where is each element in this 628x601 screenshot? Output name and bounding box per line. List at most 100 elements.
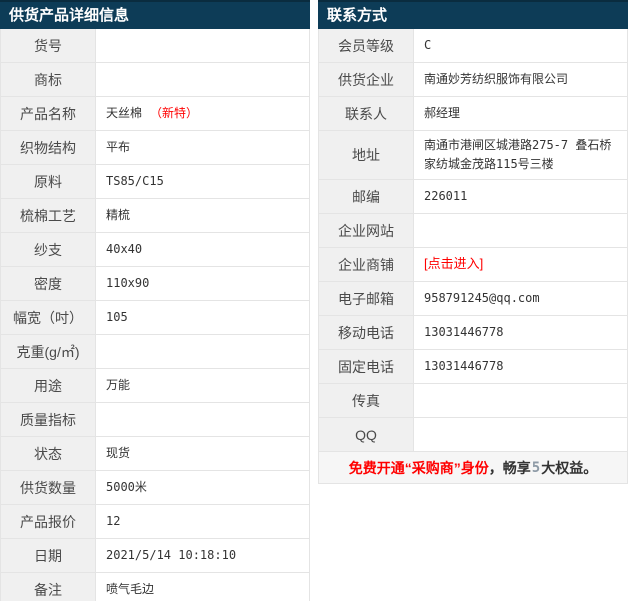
table-row: 状态 现货 — [1, 437, 309, 471]
row-label: 备注 — [1, 573, 96, 601]
row-value — [96, 63, 309, 96]
row-label: 质量指标 — [1, 403, 96, 436]
table-row: 固定电话 13031446778 — [319, 350, 627, 385]
table-row: 克重(g/㎡) — [1, 335, 309, 369]
row-label: 密度 — [1, 267, 96, 300]
row-value: 南通妙芳纺织服饰有限公司 — [414, 63, 627, 96]
row-value: 南通市港闸区城港路275-7 叠石桥家纺城金茂路115号三楼 — [414, 131, 627, 180]
contact-rows: 会员等级 C 供货企业 南通妙芳纺织服饰有限公司 联系人 郝经理 地址 南通市港闸区城港路27… — [318, 29, 628, 453]
row-label: 电子邮箱 — [319, 282, 414, 316]
row-value-text: 958791245@qq.com — [424, 291, 540, 306]
row-value-text: 郝经理 — [424, 105, 461, 120]
row-value-text: TS85/C15 — [106, 173, 164, 188]
row-value-text: 万能 — [106, 377, 131, 392]
row-label: 货号 — [1, 29, 96, 62]
contact-panel: 联系方式 会员等级 C 供货企业 南通妙芳纺织服饰有限公司 联系人 郝经理 地址 南通市港闸区… — [318, 0, 628, 485]
row-label: 邮编 — [319, 180, 414, 214]
table-row: 质量指标 — [1, 403, 309, 437]
row-value-text: 13031446778 — [424, 359, 504, 374]
row-value: 110x90 — [96, 267, 309, 300]
row-value: 现货 — [96, 437, 309, 470]
row-value-text: C — [424, 37, 432, 52]
table-row: 产品名称 天丝棉 （新特） — [1, 97, 309, 131]
row-value: 40x40 — [96, 233, 309, 266]
table-row: 密度 110x90 — [1, 267, 309, 301]
shop-enter-link[interactable]: [点击进入] — [424, 254, 483, 275]
table-row: 会员等级 C — [319, 29, 627, 63]
row-value-text: 110x90 — [106, 275, 150, 290]
row-label: 状态 — [1, 437, 96, 470]
row-label: 固定电话 — [319, 350, 414, 384]
row-value-text: 40x40 — [106, 241, 143, 256]
contact-title: 联系方式 — [318, 0, 628, 29]
row-label: QQ — [319, 418, 414, 452]
row-value: 精梳 — [96, 199, 309, 232]
row-value — [414, 214, 627, 248]
row-value-text: 226011 — [424, 189, 468, 204]
row-value — [96, 403, 309, 436]
row-value-text: 精梳 — [106, 207, 131, 222]
row-value: 喷气毛边 — [96, 573, 309, 601]
row-value: TS85/C15 — [96, 165, 309, 198]
table-row: 电子邮箱 958791245@qq.com — [319, 282, 627, 317]
row-value: 郝经理 — [414, 97, 627, 130]
row-value: 13031446778 — [414, 350, 627, 384]
row-label: 产品名称 — [1, 97, 96, 130]
row-label: 产品报价 — [1, 505, 96, 538]
table-row: 梳棉工艺 精梳 — [1, 199, 309, 233]
new-special-tag: （新特） — [150, 105, 199, 120]
row-value-text: 南通妙芳纺织服饰有限公司 — [424, 71, 569, 86]
row-value-text: 105 — [106, 309, 128, 324]
row-value: [点击进入] — [414, 248, 627, 282]
row-label: 原料 — [1, 165, 96, 198]
product-detail-panel: 供货产品详细信息 货号 商标 产品名称 天丝棉 （新特） 织物结构 平布 原料 TS85/C15… — [0, 0, 310, 601]
row-label: 用途 — [1, 369, 96, 402]
row-value-text: 喷气毛边 — [106, 581, 155, 596]
row-value: 226011 — [414, 180, 627, 214]
buyer-promo-banner: 免费开通“采购商”身份 ，畅享 5 大权益。 — [318, 452, 628, 485]
row-value-text: 南通市港闸区城港路275-7 叠石桥家纺城金茂路115号三楼 — [424, 138, 612, 172]
table-row: QQ — [319, 418, 627, 453]
row-value: 5000米 — [96, 471, 309, 504]
table-row: 联系人 郝经理 — [319, 97, 627, 131]
row-value: 天丝棉 （新特） — [96, 97, 309, 130]
row-value: 105 — [96, 301, 309, 334]
row-label: 日期 — [1, 539, 96, 572]
table-row: 移动电话 13031446778 — [319, 316, 627, 351]
row-label: 商标 — [1, 63, 96, 96]
table-row: 织物结构 平布 — [1, 131, 309, 165]
promo-benefit-count: 5 — [531, 459, 541, 476]
row-label: 企业商铺 — [319, 248, 414, 282]
row-label: 克重(g/㎡) — [1, 335, 96, 368]
row-value: 12 — [96, 505, 309, 538]
row-value — [414, 418, 627, 452]
row-value-text: 平布 — [106, 139, 131, 154]
row-value-text: 2021/5/14 10:18:10 — [106, 547, 237, 562]
table-row: 供货企业 南通妙芳纺织服饰有限公司 — [319, 63, 627, 97]
row-value-text: 13031446778 — [424, 325, 504, 340]
row-value — [96, 29, 309, 62]
row-label: 地址 — [319, 131, 414, 180]
row-value-text: 天丝棉 — [106, 105, 143, 120]
product-detail-rows: 货号 商标 产品名称 天丝棉 （新特） 织物结构 平布 原料 TS85/C15 梳棉工艺 精梳 纱支 4… — [0, 29, 310, 601]
table-row: 企业网站 — [319, 214, 627, 249]
table-row: 传真 — [319, 384, 627, 419]
row-label: 幅宽（吋） — [1, 301, 96, 334]
row-label: 联系人 — [319, 97, 414, 130]
row-value: 2021/5/14 10:18:10 — [96, 539, 309, 572]
page: 供货产品详细信息 货号 商标 产品名称 天丝棉 （新特） 织物结构 平布 原料 TS85/C15… — [0, 0, 628, 601]
table-row: 货号 — [1, 29, 309, 63]
row-label: 供货企业 — [319, 63, 414, 96]
row-value-text: 12 — [106, 513, 121, 528]
row-label: 梳棉工艺 — [1, 199, 96, 232]
row-value: 13031446778 — [414, 316, 627, 350]
buyer-promo-link[interactable]: 免费开通“采购商”身份 — [349, 458, 489, 478]
promo-mid-text: ，畅享 — [488, 459, 531, 476]
table-row: 幅宽（吋） 105 — [1, 301, 309, 335]
row-value: 平布 — [96, 131, 309, 164]
promo-tail-text: 大权益。 — [541, 459, 598, 476]
row-value: C — [414, 29, 627, 62]
row-label: 传真 — [319, 384, 414, 418]
row-value-text: 现货 — [106, 445, 131, 460]
row-value: 万能 — [96, 369, 309, 402]
